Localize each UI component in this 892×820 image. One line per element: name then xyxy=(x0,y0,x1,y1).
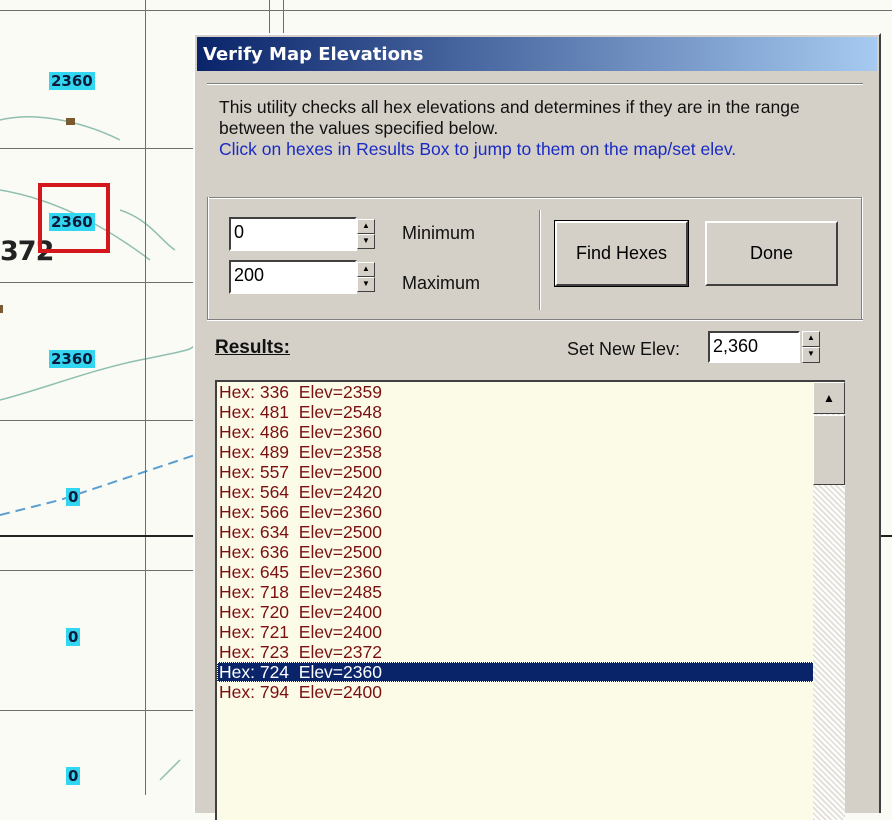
list-item[interactable]: Hex: 720 Elev=2400 xyxy=(217,602,845,622)
list-item[interactable]: Hex: 336 Elev=2359 xyxy=(217,382,845,402)
maximum-spinner[interactable]: ▲ ▼ xyxy=(357,262,375,292)
map-grid-line xyxy=(0,420,195,421)
list-item[interactable]: Hex: 486 Elev=2360 xyxy=(217,422,845,442)
spin-down-arrow-icon[interactable]: ▼ xyxy=(802,347,820,363)
hex-elevation-label[interactable]: 0 xyxy=(66,767,81,785)
divider xyxy=(207,197,863,199)
map-grid-line xyxy=(0,148,195,149)
list-item[interactable]: Hex: 564 Elev=2420 xyxy=(217,482,845,502)
minimum-spinner[interactable]: ▲ ▼ xyxy=(357,219,375,249)
map-grid-line xyxy=(0,710,195,711)
spin-down-arrow-icon[interactable]: ▼ xyxy=(357,234,375,249)
list-item[interactable]: Hex: 645 Elev=2360 xyxy=(217,562,845,582)
minimum-label: Minimum xyxy=(402,223,476,243)
dialog-title-bar[interactable]: Verify Map Elevations xyxy=(197,37,877,71)
dialog-title: Verify Map Elevations xyxy=(203,44,424,65)
hex-elevation-label[interactable]: 0 xyxy=(66,628,81,646)
map-grid-line xyxy=(0,570,195,571)
list-item[interactable]: Hex: 489 Elev=2358 xyxy=(217,442,845,462)
set-new-elev-label: Set New Elev: xyxy=(567,339,681,359)
results-list[interactable]: Hex: 336 Elev=2359 Hex: 481 Elev=2548 He… xyxy=(215,380,845,820)
description-body: This utility checks all hex elevations a… xyxy=(219,97,800,138)
selected-hex-highlight xyxy=(38,183,110,253)
scrollbar-thumb[interactable] xyxy=(813,415,845,485)
list-item-selected[interactable]: Hex: 724 Elev=2360 xyxy=(217,662,845,682)
maximum-label: Maximum xyxy=(402,273,481,293)
hex-elevation-label[interactable]: 0 xyxy=(66,488,81,506)
map-grid-line xyxy=(0,282,195,283)
verify-map-elevations-dialog: Verify Map Elevations This utility check… xyxy=(193,33,881,820)
list-item[interactable]: Hex: 721 Elev=2400 xyxy=(217,622,845,642)
description-hint: Click on hexes in Results Box to jump to… xyxy=(219,139,737,159)
done-button[interactable]: Done xyxy=(705,221,838,286)
list-item[interactable]: Hex: 636 Elev=2500 xyxy=(217,542,845,562)
results-label: Results: xyxy=(215,337,290,358)
list-item[interactable]: Hex: 566 Elev=2360 xyxy=(217,502,845,522)
divider xyxy=(539,210,541,310)
list-item[interactable]: Hex: 634 Elev=2500 xyxy=(217,522,845,542)
results-scrollbar[interactable]: ▲ xyxy=(813,382,845,820)
list-item[interactable]: Hex: 557 Elev=2500 xyxy=(217,462,845,482)
hex-elevation-label[interactable]: 2360 xyxy=(49,350,95,368)
scroll-up-arrow-icon[interactable]: ▲ xyxy=(813,382,845,414)
maximum-input[interactable]: 200 xyxy=(229,260,357,294)
minimum-input[interactable]: 0 xyxy=(229,217,357,251)
divider xyxy=(207,197,209,319)
find-hexes-button[interactable]: Find Hexes xyxy=(554,220,689,287)
description-text: This utility checks all hex elevations a… xyxy=(219,97,859,160)
divider xyxy=(207,319,863,321)
spin-up-arrow-icon[interactable]: ▲ xyxy=(357,262,375,277)
set-new-elev-spinner[interactable]: ▲ ▼ xyxy=(802,331,820,363)
set-new-elev-input[interactable]: 2,360 xyxy=(708,331,800,363)
map-grid-line xyxy=(145,0,146,795)
divider xyxy=(861,197,863,319)
map-grid-line xyxy=(0,10,892,11)
list-item[interactable]: Hex: 481 Elev=2548 xyxy=(217,402,845,422)
spin-down-arrow-icon[interactable]: ▼ xyxy=(357,277,375,292)
spin-up-arrow-icon[interactable]: ▲ xyxy=(357,219,375,234)
spin-up-arrow-icon[interactable]: ▲ xyxy=(802,331,820,347)
hex-elevation-label[interactable]: 2360 xyxy=(49,72,95,90)
divider xyxy=(207,83,863,85)
list-item[interactable]: Hex: 794 Elev=2400 xyxy=(217,682,845,702)
list-item[interactable]: Hex: 718 Elev=2485 xyxy=(217,582,845,602)
list-item[interactable]: Hex: 723 Elev=2372 xyxy=(217,642,845,662)
